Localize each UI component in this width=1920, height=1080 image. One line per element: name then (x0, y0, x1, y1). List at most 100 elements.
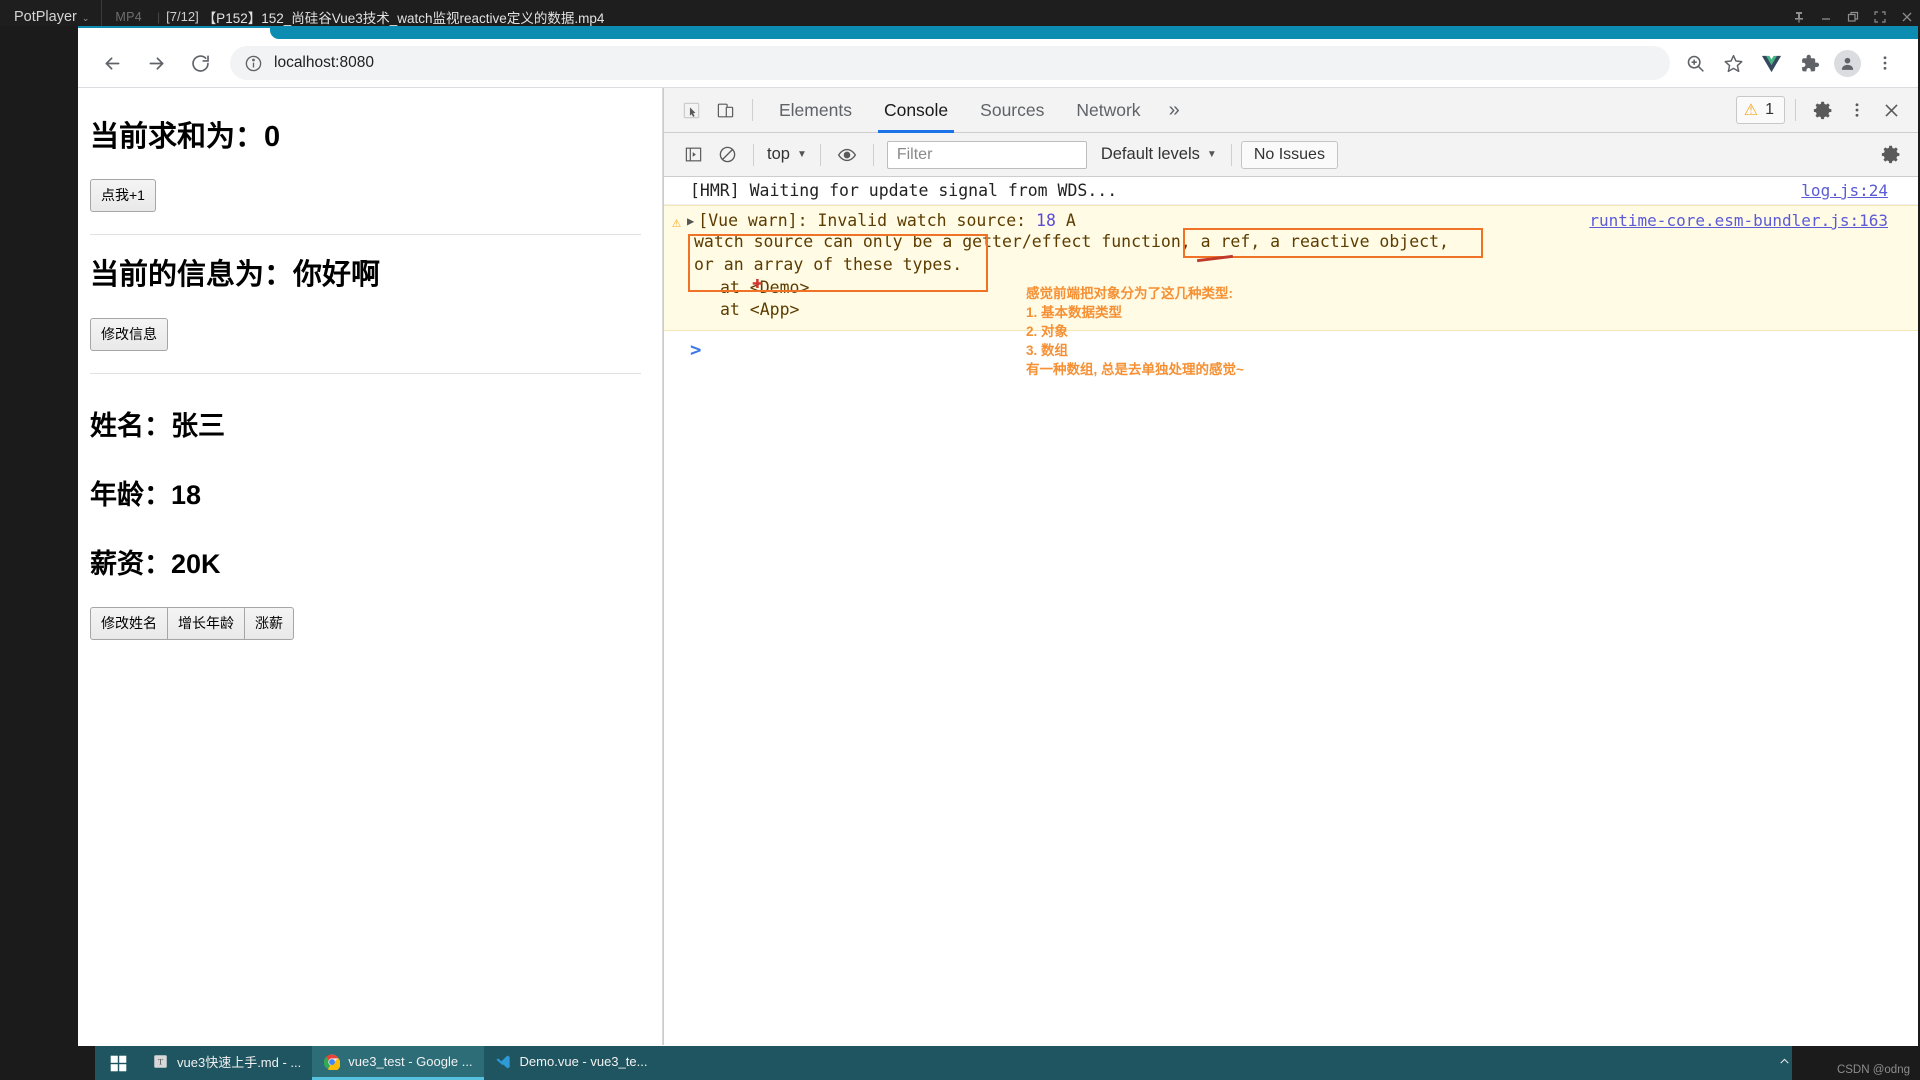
chevron-down-icon: ▼ (1206, 149, 1217, 160)
increment-button[interactable]: 点我+1 (90, 179, 156, 213)
potplayer-app-label: PotPlayer (14, 8, 77, 25)
console-filter-bar: top ▼ Filter Default levels ▼ No Issues (664, 133, 1918, 177)
edit-name-button[interactable]: 修改姓名 (90, 606, 168, 640)
execution-context-selector[interactable]: top ▼ (763, 145, 811, 164)
warning-triangle-icon: ⚠ (672, 213, 682, 231)
devtools-tabbar: Elements Console Sources Network » ⚠ 1 (664, 88, 1918, 133)
warning-text-prefix: [Vue warn]: Invalid watch source: (698, 211, 1037, 230)
sum-heading: 当前求和为：0 (90, 121, 281, 153)
desktop-background-left (0, 26, 78, 1046)
taskbar-item-chrome[interactable]: vue3_test - Google ... (312, 1046, 484, 1080)
chrome-active-tab[interactable] (78, 28, 278, 39)
media-filename: 【P152】152_尚硅谷Vue3技术_watch监视reactive定义的数据… (202, 10, 605, 26)
zoom-icon[interactable] (1676, 44, 1714, 82)
live-expression-icon[interactable] (830, 138, 864, 172)
inspect-element-icon[interactable] (674, 93, 708, 127)
warning-line-3: or an array of these types. (694, 254, 963, 274)
chevron-down-icon[interactable]: ⌄ (82, 13, 90, 23)
message-heading: 当前的信息为：你好啊 (90, 259, 381, 292)
warning-line-2: watch source can only be a getter/effect… (694, 232, 1449, 251)
warning-count-label: 1 (1765, 101, 1774, 118)
annotation-text-line-3: 2. 对象 (1026, 324, 1069, 339)
hmr-source-link[interactable]: log.js:24 (1801, 181, 1918, 200)
edit-message-button[interactable]: 修改信息 (90, 317, 168, 351)
taskbar-item-label: Demo.vue - vue3_te... (519, 1054, 648, 1069)
address-bar-url: localhost:8080 (274, 54, 374, 71)
tabbar-right-divider (1795, 99, 1796, 121)
chrome-toolbar: localhost:8080 (78, 39, 1918, 88)
console-sidebar-icon[interactable] (676, 138, 710, 172)
back-icon[interactable] (94, 45, 130, 81)
console-settings-gear-icon[interactable] (1874, 138, 1908, 172)
close-devtools-icon[interactable] (1874, 93, 1908, 127)
chrome-icon (323, 1053, 340, 1070)
web-page-content: 当前求和为：0 点我+1 当前的信息为：你好啊 修改信息 姓名：张三 年龄：18… (78, 88, 663, 1045)
console-prompt[interactable]: > (664, 331, 1918, 361)
log-levels-label: Default levels (1100, 145, 1200, 163)
annotation-text-line-4: 3. 数组 (1026, 343, 1069, 358)
media-format-label: MP4 (115, 9, 143, 24)
tab-console[interactable]: Console (868, 88, 964, 133)
taskbar-item-label: vue3_test - Google ... (348, 1054, 473, 1069)
potplayer-app-name[interactable]: PotPlayer ⌄ (0, 9, 101, 25)
raise-salary-button[interactable]: 涨薪 (244, 606, 294, 640)
person-age-row: 年龄：18 (90, 479, 202, 510)
warning-count-chip[interactable]: ⚠ 1 (1735, 96, 1785, 124)
warning-text-suffix: A (1055, 211, 1076, 230)
expand-arrow-icon[interactable]: ▶ (687, 214, 694, 228)
extensions-icon[interactable] (1790, 44, 1828, 82)
filterbar-divider-1 (753, 143, 754, 166)
chrome-menu-icon[interactable] (1866, 44, 1904, 82)
person-salary-row: 薪资：20K (90, 548, 221, 579)
filterbar-divider-2 (819, 143, 821, 166)
toolbar-right-icons (1676, 44, 1904, 82)
increase-age-button[interactable]: 增长年龄 (167, 606, 245, 640)
typora-icon: T (152, 1053, 169, 1070)
divider-2 (90, 372, 641, 374)
annotation-text-line-2: 1. 基本数据类型 (1026, 305, 1123, 320)
taskbar-item-typora[interactable]: T vue3快速上手.md - ... (141, 1046, 312, 1080)
tab-network[interactable]: Network (1060, 88, 1156, 133)
filter-input[interactable]: Filter (886, 140, 1087, 169)
tab-elements[interactable]: Elements (763, 88, 868, 133)
address-bar[interactable]: localhost:8080 (230, 46, 1670, 80)
titlebar-separator: | (157, 9, 161, 24)
console-message-hmr[interactable]: [HMR] Waiting for update signal from WDS… (664, 177, 1918, 205)
filterbar-right (1874, 138, 1918, 172)
vue-devtools-icon[interactable] (1752, 44, 1790, 82)
forward-icon[interactable] (138, 45, 174, 81)
warning-source-link[interactable]: runtime-core.esm-bundler.js:163 (1589, 211, 1918, 230)
devtools-panel: Elements Console Sources Network » ⚠ 1 t… (663, 88, 1918, 1045)
site-info-icon[interactable] (244, 54, 263, 73)
warning-triangle-icon: ⚠ (1743, 102, 1759, 119)
tab-sources[interactable]: Sources (964, 88, 1060, 133)
annotation-cross-mark: ✚ (752, 272, 763, 293)
gear-icon[interactable] (1806, 93, 1840, 127)
clear-console-icon[interactable] (710, 138, 744, 172)
annotation-text-line-1: 感觉前端把对象分为了这几种类型: (1026, 286, 1233, 301)
stack-frame-demo: at <Demo> (720, 277, 810, 297)
taskbar-item-vscode[interactable]: Demo.vue - vue3_te... (484, 1046, 659, 1080)
more-tabs-icon[interactable]: » (1157, 99, 1192, 122)
issues-button[interactable]: No Issues (1240, 140, 1338, 169)
filterbar-divider-3 (872, 143, 874, 166)
chrome-tabstrip (78, 26, 1918, 39)
browser-content-split: 当前求和为：0 点我+1 当前的信息为：你好啊 修改信息 姓名：张三 年龄：18… (78, 88, 1918, 1045)
warning-value: 18 (1036, 211, 1056, 230)
hmr-message-text: [HMR] Waiting for update signal from WDS… (690, 181, 1118, 200)
warning-first-line: ⚠ ▶ [Vue warn]: Invalid watch source: 18… (664, 211, 1918, 231)
windows-start-icon[interactable] (95, 1046, 141, 1080)
annotation-text-line-5: 有一种数组, 总是去单独处理的感觉~ (1026, 362, 1244, 377)
tray-chevron-up-icon[interactable] (1778, 1055, 1791, 1071)
device-toolbar-icon[interactable] (708, 93, 742, 127)
kebab-menu-icon[interactable] (1840, 93, 1874, 127)
divider-1 (90, 234, 641, 236)
svg-text:T: T (158, 1057, 164, 1067)
avatar (1833, 49, 1861, 77)
bookmark-star-icon[interactable] (1714, 44, 1752, 82)
console-output[interactable]: [HMR] Waiting for update signal from WDS… (664, 177, 1918, 1045)
profile-avatar-icon[interactable] (1828, 44, 1866, 82)
console-message-vue-warning[interactable]: ⚠ ▶ [Vue warn]: Invalid watch source: 18… (664, 205, 1918, 377)
reload-icon[interactable] (182, 45, 218, 81)
log-levels-selector[interactable]: Default levels ▼ (1101, 145, 1217, 164)
